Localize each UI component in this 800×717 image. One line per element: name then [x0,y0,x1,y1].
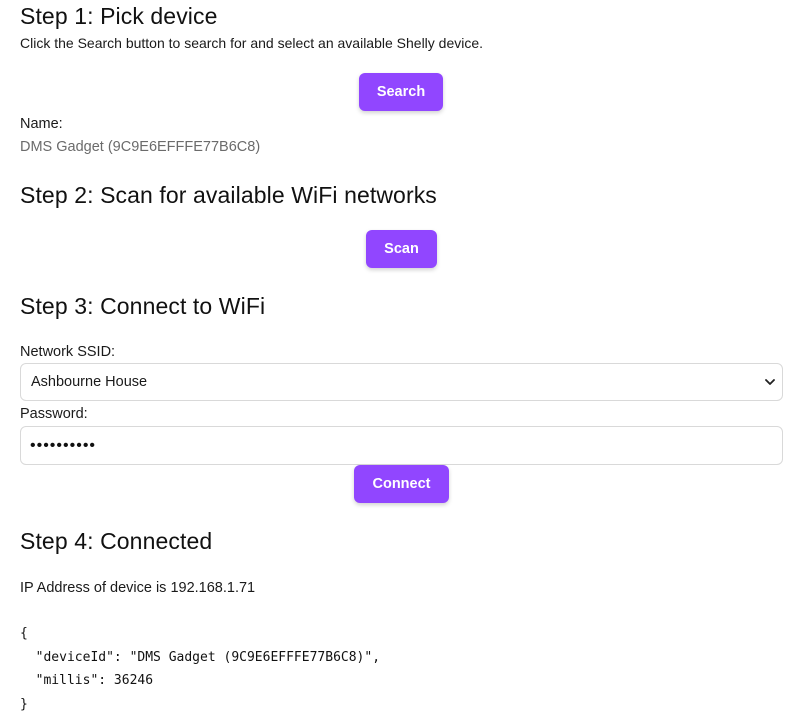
search-button[interactable]: Search [359,73,443,111]
step3-title: Step 3: Connect to WiFi [20,293,266,319]
step1-description: Click the Search button to search for an… [20,35,484,51]
ip-prefix: IP Address of device is [20,580,171,596]
ssid-label: Network SSID: [20,344,116,360]
device-name-label: Name: [20,116,63,132]
json-line: } [20,696,28,712]
password-masked-value: •••••••••• [30,436,97,454]
step2-title: Step 2: Scan for available WiFi networks [20,182,437,208]
ip-value: 192.168.1.71 [170,580,256,596]
password-field[interactable]: •••••••••• [20,426,783,465]
step1-title: Step 1: Pick device [20,3,218,29]
ssid-selected-value: Ashbourne House [31,374,148,390]
password-label: Password: [20,406,88,422]
ssid-select[interactable]: Ashbourne House [20,363,783,401]
connect-button[interactable]: Connect [354,465,449,503]
ip-address-text: IP Address of device is 192.168.1.71 [20,580,255,596]
json-line: "deviceId": "DMS Gadget (9C9E6EFFFE77B6C… [20,649,381,665]
device-json-output: { "deviceId": "DMS Gadget (9C9E6EFFFE77B… [20,622,380,716]
step4-title: Step 4: Connected [20,528,213,554]
device-name-value: DMS Gadget (9C9E6EFFFE77B6C8) [20,139,261,155]
scan-button[interactable]: Scan [366,230,437,268]
chevron-down-icon [765,379,775,385]
json-line: { [20,626,28,641]
json-line: "millis": 36246 [20,673,154,688]
